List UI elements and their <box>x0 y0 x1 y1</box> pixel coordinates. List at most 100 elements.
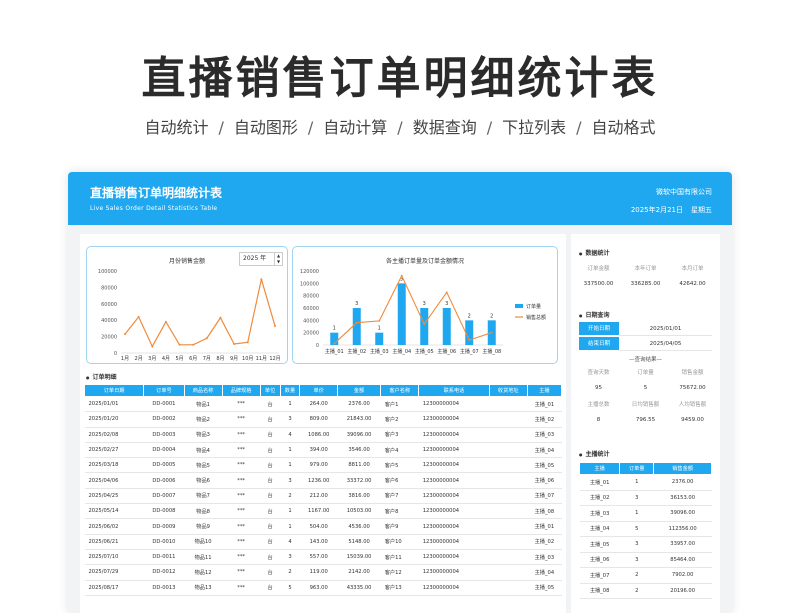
table-cell: 12300000004 <box>418 503 490 520</box>
table-cell: 5148.00 <box>337 534 381 550</box>
table-cell: 2025/04/06 <box>84 472 144 489</box>
table-row[interactable]: 2025/02/08 DD-0003 物品3 *** 台 4 1086.00 39096.00… <box>84 427 562 443</box>
column-header[interactable]: 单价 <box>299 384 338 397</box>
detail-section-title: 订单明细 <box>86 372 117 381</box>
monthly-line-svg: 100000 80000 60000 40000 20000 0 1月 2月 3月 4月 5月 6月 7… <box>98 269 281 362</box>
start-date-label: 开始日期 <box>579 322 619 336</box>
x-tick-label: 2月 <box>135 356 143 362</box>
table-cell: *** <box>222 457 261 474</box>
table-cell: 主播_04 <box>579 521 620 537</box>
table-cell: 3 <box>280 549 300 566</box>
column-header[interactable]: 主播 <box>578 462 621 475</box>
column-header[interactable]: 数量 <box>279 384 301 397</box>
table-row[interactable]: 主播_05 3 33957.00 <box>579 536 712 553</box>
table-row[interactable]: 主播_07 2 7902.00 <box>579 567 712 584</box>
table-cell: 物品8 <box>184 503 223 520</box>
table-cell: 1086.00 <box>299 427 338 443</box>
y-tick-label: 100000 <box>300 281 319 287</box>
data-point <box>192 343 195 346</box>
end-date-label: 结束日期 <box>579 337 619 351</box>
column-header[interactable]: 品牌规格 <box>221 384 261 397</box>
table-cell: 客户8 <box>380 503 419 520</box>
feature-item: 自动计算 <box>323 118 388 137</box>
column-header[interactable]: 客户名称 <box>380 384 420 397</box>
table-cell: 504.00 <box>299 518 338 535</box>
table-cell <box>489 396 528 413</box>
column-header[interactable]: 商品名称 <box>183 384 223 397</box>
table-cell: 物品7 <box>184 488 223 505</box>
table-row[interactable]: 2025/06/21 DD-0010 物品10 *** 台 4 143.00 5148.00 客… <box>84 534 562 550</box>
table-cell: 36153.00 <box>653 490 712 506</box>
end-date-input[interactable]: 2025/04/05 <box>619 337 712 351</box>
table-cell: 2025/04/25 <box>84 488 144 505</box>
column-header[interactable]: 金额 <box>336 384 382 397</box>
hero-title: 直播销售订单明细统计表 <box>141 53 659 104</box>
table-cell: 台 <box>260 503 281 520</box>
table-cell <box>489 488 528 505</box>
table-cell: 2 <box>280 564 300 581</box>
y-tick-label: 80000 <box>303 294 319 300</box>
column-header[interactable]: 单位 <box>259 384 281 397</box>
company-name: 微软中国有限公司 <box>656 188 712 196</box>
stat-cell: 订单金额 <box>587 266 610 272</box>
table-cell: 33957.00 <box>653 536 712 553</box>
stat-cell: 5 <box>643 385 648 391</box>
table-row[interactable]: 2025/04/25 DD-0007 物品7 *** 台 2 212.00 3816.00 客户… <box>84 488 562 505</box>
main-panel: 月份销售金额 2025 年 ▲ ▼ 100000 80000 60000 40000 20… <box>80 234 566 613</box>
table-cell: 12300000004 <box>418 580 490 596</box>
table-row[interactable]: 2025/06/02 DD-0009 物品9 *** 台 1 504.00 4536.00 客户… <box>84 518 562 535</box>
table-row[interactable]: 主播_08 2 20196.00 <box>579 583 712 599</box>
table-cell: *** <box>222 427 261 443</box>
table-row[interactable]: 2025/02/27 DD-0004 物品4 *** 台 1 394.00 3546.00 客户… <box>84 442 562 459</box>
x-tick-label: 主播_04 <box>392 348 411 355</box>
table-row[interactable]: 2025/04/06 DD-0006 物品6 *** 台 3 1236.00 33372.00… <box>84 472 562 489</box>
x-tick-label: 7月 <box>203 356 211 362</box>
table-cell: 3 <box>619 490 654 506</box>
table-cell: 台 <box>260 472 281 489</box>
table-cell: DD-0012 <box>143 564 185 581</box>
table-cell: DD-0006 <box>143 472 185 489</box>
column-header[interactable]: 主播 <box>526 384 563 397</box>
table-row[interactable]: 2025/01/20 DD-0002 物品2 *** 台 3 809.00 21843.00 客… <box>84 411 562 428</box>
table-row[interactable]: 主播_03 1 39096.00 <box>579 505 712 522</box>
table-cell: 物品1 <box>184 396 223 413</box>
column-header[interactable]: 联系电话 <box>418 384 490 397</box>
detail-header-row: 订单日期 订单号 商品名称 品牌规格 单位 数量 单价 金额 客户名称 联系电话 收货地址 主播 <box>83 384 563 397</box>
table-cell: 主播_06 <box>527 472 562 489</box>
table-cell: *** <box>222 549 261 566</box>
x-tick-label: 1月 <box>121 356 129 362</box>
table-row[interactable]: 2025/07/29 DD-0012 物品12 *** 台 2 119.00 2142.00 客… <box>84 564 562 581</box>
table-row[interactable]: 主播_01 1 2376.00 <box>579 474 712 491</box>
table-cell: 3 <box>619 536 654 553</box>
table-row[interactable]: 2025/07/10 DD-0011 物品11 *** 台 3 557.00 15039.00… <box>84 549 562 566</box>
table-row[interactable]: 2025/05/14 DD-0008 物品8 *** 台 1 1167.00 10503.00… <box>84 503 562 520</box>
end-date-row: 结束日期 2025/04/05 <box>579 337 712 351</box>
table-cell: 2376.00 <box>653 474 712 491</box>
table-cell: 3546.00 <box>337 442 381 459</box>
table-row[interactable]: 2025/08/17 DD-0013 物品13 *** 台 5 963.00 43335.00… <box>84 580 562 596</box>
column-header[interactable]: 订单日期 <box>83 384 145 397</box>
stat-cell: 销售金额 <box>681 370 704 376</box>
x-tick-label: 5月 <box>175 356 183 362</box>
order-count-bar <box>420 308 429 345</box>
table-row[interactable]: 2025/01/01 DD-0001 物品1 *** 台 1 264.00 2376.00 客户… <box>84 396 562 413</box>
table-cell: 主播_01 <box>527 518 562 535</box>
table-cell: DD-0010 <box>143 534 185 550</box>
order-count-bar <box>375 332 384 345</box>
table-cell: 1 <box>280 503 300 520</box>
column-header[interactable]: 订单号 <box>143 384 185 397</box>
table-cell: 主播_01 <box>527 396 562 413</box>
table-cell: DD-0001 <box>143 396 185 413</box>
start-date-input[interactable]: 2025/01/01 <box>619 322 712 336</box>
table-row[interactable]: 主播_04 5 112356.00 <box>579 521 712 537</box>
table-row[interactable]: 主播_02 3 36153.00 <box>579 490 712 506</box>
column-header[interactable]: 收货地址 <box>488 384 528 397</box>
table-cell: 物品4 <box>184 442 223 459</box>
column-header[interactable]: 订单量 <box>619 462 655 475</box>
column-header[interactable]: 销售金额 <box>653 462 712 475</box>
table-row[interactable]: 2025/03/18 DD-0005 物品5 *** 台 1 979.00 8811.00 客户… <box>84 457 562 474</box>
table-cell: 客户1 <box>380 396 419 413</box>
table-cell: 112356.00 <box>653 521 712 537</box>
table-cell: 主播_03 <box>527 549 562 566</box>
table-row[interactable]: 主播_06 3 85464.00 <box>579 552 712 568</box>
